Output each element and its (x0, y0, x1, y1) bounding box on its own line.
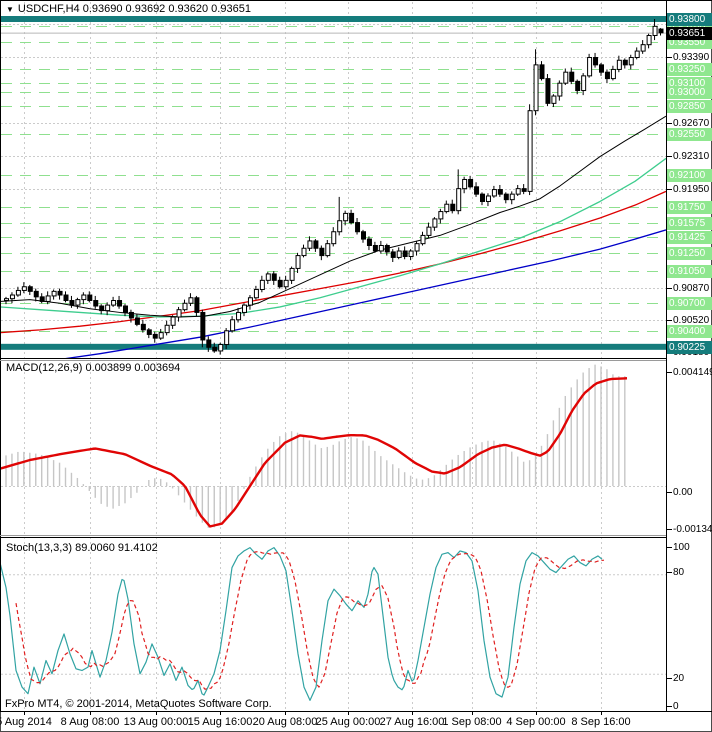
ohlc-values: 0.93690 0.93692 0.93620 0.93651 (82, 3, 251, 15)
stoch-name: Stoch(13,3,3) (6, 542, 73, 554)
indicator-scale-label-100: 100 (673, 542, 690, 553)
price-label-0.92550: 0.92550 (667, 128, 712, 141)
chart-title: ▼ USDCHF,H4 0.93690 0.93692 0.93620 0.936… (6, 3, 251, 15)
time-label: 8 Sep 16:00 (571, 716, 631, 728)
price-label-0.92850: 0.92850 (667, 100, 712, 113)
price-label-0.93800: 0.93800 (667, 13, 712, 26)
time-label: 8 Aug 08:00 (60, 716, 120, 728)
price-label-0.91575: 0.91575 (667, 217, 712, 230)
price-label-0.90870: 0.90870 (673, 283, 710, 294)
time-label: 1 Sep 08:00 (442, 716, 502, 728)
macd-panel-series[interactable] (0, 364, 628, 528)
price-label-0.90400: 0.90400 (667, 325, 712, 338)
price-label-0.90700: 0.90700 (667, 297, 712, 310)
stoch-values: 89.0060 91.4102 (75, 542, 158, 554)
price-label-0.93651: 0.93651 (667, 27, 712, 40)
indicator-scale-label--0.001345: -0.001345 (673, 524, 712, 535)
price-label-0.92310: 0.92310 (673, 151, 710, 162)
time-label: 27 Aug 16:00 (379, 716, 445, 728)
support-resistance-level-lines (1, 16, 666, 350)
time-label: 20 Aug 08:00 (252, 716, 318, 728)
price-label-0.93250: 0.93250 (667, 63, 712, 76)
stoch-indicator-label: Stoch(13,3,3) 89.0060 91.4102 (6, 542, 158, 554)
time-label: 15 Aug 16:00 (187, 716, 253, 728)
price-label-0.90225: 0.90225 (667, 341, 712, 354)
time-label: 25 Aug 00:00 (315, 716, 381, 728)
indicator-scale-label-0.00: 0.00 (673, 487, 693, 498)
macd-values: 0.003899 0.003694 (85, 362, 181, 374)
indicator-scale-label-20: 20 (673, 673, 685, 684)
platform-copyright: FxPro MT4, © 2001-2014, MetaQuotes Softw… (5, 698, 272, 710)
price-label-0.91250: 0.91250 (667, 247, 712, 260)
indicator-scale-label-0.004149: 0.004149 (673, 367, 712, 378)
time-label: 13 Aug 00:00 (123, 716, 189, 728)
price-label-0.91425: 0.91425 (667, 231, 712, 244)
time-label: 5 Aug 2014 (0, 716, 52, 728)
macd-indicator-label: MACD(12,26,9) 0.003899 0.003694 (6, 362, 180, 374)
time-label: 4 Sep 00:00 (506, 716, 566, 728)
indicator-scale-label-0: 0 (673, 701, 679, 712)
indicator-scale-label-80: 80 (673, 567, 685, 578)
grid-lines (1, 2, 666, 711)
mt4-chart-window: ▼ USDCHF,H4 0.93690 0.93692 0.93620 0.936… (0, 0, 712, 732)
price-label-0.91750: 0.91750 (667, 201, 712, 214)
price-label-0.91950: 0.91950 (673, 184, 710, 195)
price-label-0.91050: 0.91050 (667, 265, 712, 278)
symbol-period-label: USDCHF,H4 (17, 3, 80, 15)
price-label-0.92100: 0.92100 (667, 169, 712, 182)
chart-expand-arrow-icon[interactable]: ▼ (6, 5, 14, 14)
price-label-0.93000: 0.93000 (667, 86, 712, 99)
macd-name: MACD(12,26,9) (6, 362, 83, 374)
